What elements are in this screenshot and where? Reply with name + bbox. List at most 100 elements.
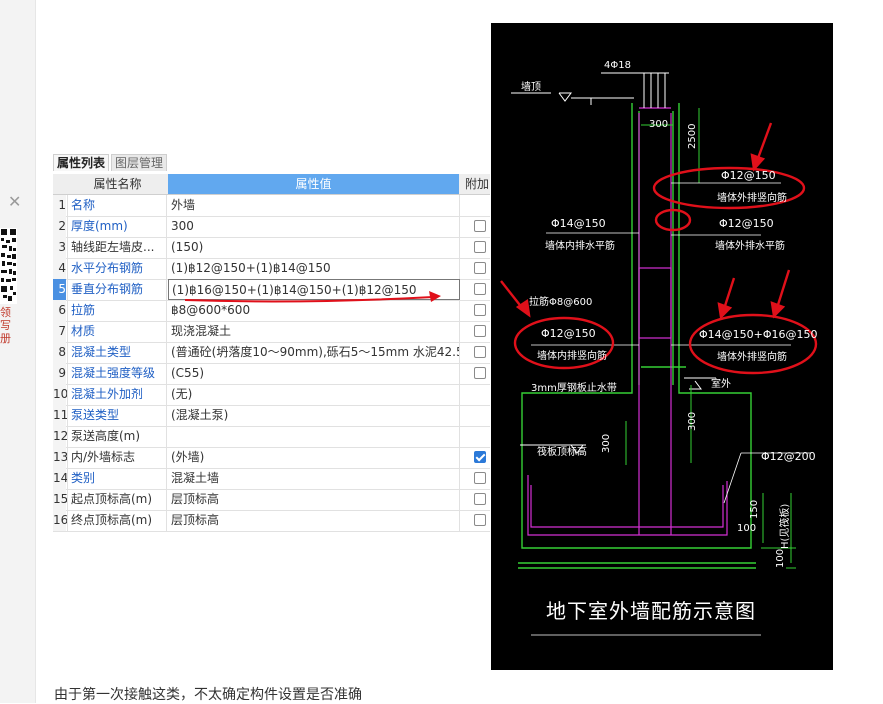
property-name-cell: 起点顶标高(m) [67,489,167,510]
dim-h-label: H(见筏板) [780,503,791,549]
post-caption: 由于第一次接触这类，不太确定构件设置是否准确 [54,687,362,703]
outer-vert-bar2-label: Φ14@150+Φ16@150 [699,328,818,341]
row-number: 3 [53,237,66,258]
extra-checkbox[interactable] [474,325,486,337]
property-value-cell[interactable]: (混凝土泵) [168,405,460,426]
property-name-cell: 名称 [67,195,167,216]
table-row[interactable]: 12 泵送高度(m) [53,426,490,448]
property-value-cell[interactable]: (普通砼(坍落度10～90mm),砾石5～15mm 水泥42.5) [168,342,460,363]
qr-code-icon [0,228,17,304]
header-property-name[interactable]: 属性名称 [67,174,168,194]
property-value-cell[interactable]: 混凝土墙 [168,468,460,489]
property-value-cell[interactable]: (1)฿12@150+(1)฿14@150 [168,258,460,279]
property-value-cell[interactable]: 外墙 [168,195,460,216]
row-number: 12 [53,426,68,447]
table-row[interactable]: 13 内/外墙标志 (外墙) [53,447,490,469]
row-number: 5 [53,279,66,300]
table-row[interactable]: 9 混凝土强度等级 (C55) [53,363,490,385]
outer-vert-bar-label: Φ12@150 [721,169,776,182]
extra-checkbox[interactable] [474,367,486,379]
tab-property-list[interactable]: 属性列表 [53,154,110,171]
property-value-cell[interactable]: 现浇混凝土 [168,321,460,342]
property-name-cell: 类别 [67,468,167,489]
property-name-cell: 混凝土外加剂 [67,384,167,405]
property-name-cell: 拉筋 [67,300,167,321]
extra-checkbox[interactable] [474,472,486,484]
extra-checkbox[interactable] [474,283,486,295]
dim-2500-label: 2500 [687,123,698,149]
side-promo-text[interactable]: 领 写 册 [0,306,14,345]
header-extra[interactable]: 附加 [465,174,490,194]
property-value-cell[interactable]: 层顶标高 [168,489,460,510]
property-name-cell: 水平分布钢筋 [67,258,167,279]
panel-tabs: 属性列表 图层管理 [53,154,169,171]
table-row[interactable]: 7 材质 现浇混凝土 [53,321,490,343]
header-property-value[interactable]: 属性值 [168,174,459,194]
extra-checkbox[interactable] [474,304,486,316]
property-value-cell[interactable]: (外墙) [168,447,460,468]
extra-checkbox[interactable] [474,493,486,505]
property-name-cell: 内/外墙标志 [67,447,167,468]
row-number: 11 [53,405,68,426]
outer-vert-bar-desc: 墙体外排竖向筋 [717,193,787,204]
dim-300a-label: 300 [601,433,612,453]
property-name-cell: 终点顶标高(m) [67,510,167,531]
dim-300b-label: 300 [687,411,698,431]
row-number: 9 [53,363,66,384]
property-grid: 属性名称 属性值 附加 1 名称 外墙 2 厚度(mm) 300 3 轴线距左墙皮... (15… [53,174,490,532]
row-number: 2 [53,216,66,237]
property-name-cell: 混凝土强度等级 [67,363,167,384]
table-row[interactable]: 8 混凝土类型 (普通砼(坍落度10～90mm),砾石5～15mm 水泥42.5) [53,342,490,364]
side-panel: ✕ 领 写 册 [0,0,36,703]
table-row[interactable]: 3 轴线距左墙皮... (150) [53,237,490,259]
row-number: 7 [53,321,66,342]
property-name-cell: 轴线距左墙皮... [67,237,167,258]
extra-checkbox[interactable] [474,346,486,358]
outside-label: 室外 [711,379,731,390]
waterstop-label: 3mm厚钢板止水带 [531,383,617,394]
table-row[interactable]: 2 厚度(mm) 300 [53,216,490,238]
row-number: 10 [53,384,68,405]
table-row[interactable]: 10 混凝土外加剂 (无) [53,384,490,406]
property-value-cell[interactable]: 300 [168,216,460,237]
row-number: 1 [53,195,66,216]
property-value-cell[interactable]: (C55) [168,363,460,384]
property-name-cell: 厚度(mm) [67,216,167,237]
drawing-title: 地下室外墙配筋示意图 [546,599,756,623]
property-name-cell: 垂直分布钢筋 [67,279,167,300]
property-value-cell[interactable]: (无) [168,384,460,405]
extra-checkbox[interactable] [474,514,486,526]
row-number: 6 [53,300,66,321]
wall-reinforcement-drawing: 4Φ18 墙顶 300 2500 Φ12@150 墙体外排竖向筋 Φ14@150… [491,23,833,670]
foundation-top-label: 筏板顶标高 [537,447,587,458]
table-row[interactable]: 16 终点顶标高(m) 层顶标高 [53,510,490,532]
close-icon[interactable]: ✕ [8,192,21,211]
property-name-cell: 材质 [67,321,167,342]
red-arrow-annotation [185,291,441,303]
table-row[interactable]: 15 起点顶标高(m) 层顶标高 [53,489,490,511]
inner-vert-bar-desc: 墙体内排竖向筋 [537,351,607,362]
row-number: 4 [53,258,66,279]
property-name-cell: 泵送高度(m) [67,426,167,447]
slab-label: 墙顶 [521,82,541,93]
dim-100a-label: 100 [737,523,757,534]
dim-100b-label: 100 [775,548,786,568]
table-row[interactable]: 4 水平分布钢筋 (1)฿12@150+(1)฿14@150 [53,258,490,280]
extra-checkbox[interactable] [474,262,486,274]
foundation-bar-label: Φ12@200 [761,450,816,463]
row-number: 14 [53,468,68,489]
row-number: 13 [53,447,68,468]
tie-bar-label: 拉筋Φ8@600 [529,297,593,308]
row-number: 15 [53,489,68,510]
property-value-cell[interactable]: (150) [168,237,460,258]
extra-checkbox[interactable] [474,451,486,463]
property-value-cell[interactable] [168,426,460,447]
extra-checkbox[interactable] [474,241,486,253]
table-row[interactable]: 14 类别 混凝土墙 [53,468,490,490]
extra-checkbox[interactable] [474,220,486,232]
table-row[interactable]: 1 名称 外墙 [53,195,490,217]
tab-layer-management[interactable]: 图层管理 [111,154,168,171]
table-row[interactable]: 11 泵送类型 (混凝土泵) [53,405,490,427]
outer-horiz-bar-desc: 墙体外排水平筋 [715,241,785,252]
property-value-cell[interactable]: 层顶标高 [168,510,460,531]
